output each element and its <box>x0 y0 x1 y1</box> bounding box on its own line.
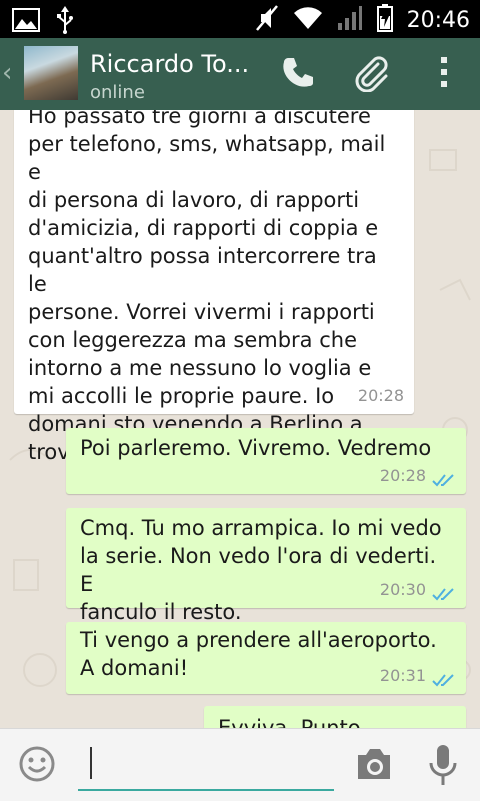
camera-button[interactable] <box>354 747 394 783</box>
contact-status: online <box>90 82 145 103</box>
mute-icon <box>255 4 279 36</box>
read-receipt-icon <box>432 583 456 601</box>
status-time: 20:46 <box>406 7 470 33</box>
message-meta: 20:31 <box>380 662 456 690</box>
overflow-menu-icon <box>439 55 449 93</box>
message-time: 20:28 <box>357 386 404 405</box>
message-text: Ho passato tre giorni a discutere per te… <box>28 110 386 464</box>
microphone-button[interactable] <box>428 743 458 787</box>
contact-avatar[interactable] <box>24 46 78 100</box>
message-meta: 20:30 <box>380 576 456 604</box>
call-icon <box>280 54 316 94</box>
message-text: Evviva. Punto. <box>218 716 367 728</box>
message-time: 20:28 <box>379 466 426 485</box>
message-bubble-incoming[interactable]: Ho passato tre giorni a discutere per te… <box>14 110 414 464</box>
message-bubble-outgoing[interactable]: Poi parleremo. Vivremo. Vedremo 20:28 <box>66 428 466 494</box>
emoji-button[interactable] <box>18 745 56 783</box>
text-caret <box>90 747 92 779</box>
image-icon <box>12 8 40 36</box>
attach-button[interactable] <box>348 52 392 96</box>
composer-bar <box>0 728 480 801</box>
message-text: Poi parleremo. Vivremo. Vedremo <box>80 436 432 460</box>
message-time: 20:31 <box>379 666 426 685</box>
read-receipt-icon <box>432 469 456 487</box>
message-time: 20:30 <box>379 580 426 599</box>
message-meta: 20:28 <box>358 382 404 410</box>
chat-header: ‹ Riccardo To... online <box>0 38 480 110</box>
message-list[interactable]: Ho passato tre giorni a discutere per te… <box>0 110 480 728</box>
status-bar: 20:46 <box>0 0 480 38</box>
message-bubble-outgoing[interactable]: Cmq. Tu mo arrampica. Io mi vedo la seri… <box>66 508 466 624</box>
message-text: Cmq. Tu mo arrampica. Io mi vedo la seri… <box>80 516 442 624</box>
emoji-icon <box>19 746 55 782</box>
message-bubble-outgoing[interactable]: Ti vengo a prendere all'aeroporto. A dom… <box>66 622 466 694</box>
signal-icon <box>337 5 363 35</box>
battery-charging-icon <box>376 4 393 36</box>
message-input[interactable] <box>78 743 334 791</box>
wifi-icon <box>293 5 323 35</box>
back-chevron-icon[interactable]: ‹ <box>2 58 12 88</box>
usb-icon <box>56 6 74 38</box>
contact-name[interactable]: Riccardo To... <box>90 50 270 78</box>
microphone-icon <box>429 745 457 785</box>
message-bubble-outgoing[interactable]: Evviva. Punto. <box>204 706 466 728</box>
call-button[interactable] <box>276 52 320 96</box>
read-receipt-icon <box>432 669 456 687</box>
camera-icon <box>358 749 390 779</box>
attach-icon <box>350 52 390 96</box>
message-meta: 20:28 <box>380 462 456 490</box>
overflow-menu-button[interactable] <box>422 52 466 96</box>
